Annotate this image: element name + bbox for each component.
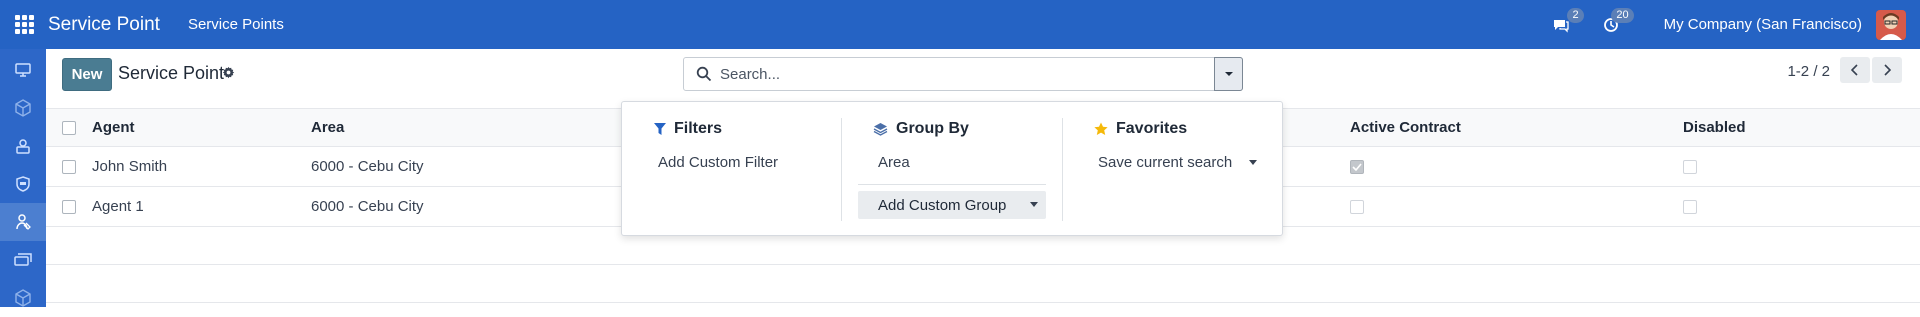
search-input[interactable] [720, 59, 1200, 89]
row-checkbox[interactable] [62, 159, 76, 174]
column-active-contract[interactable]: Active Contract [1350, 109, 1461, 146]
messages-badge: 2 [1567, 7, 1584, 23]
caret-down-icon[interactable] [1249, 160, 1257, 165]
search-options-panel: Filters Add Custom Filter Group By Area … [621, 101, 1283, 236]
column-disabled[interactable]: Disabled [1683, 109, 1746, 146]
agent-cell: Agent 1 [92, 198, 144, 215]
caret-down-icon [1224, 72, 1233, 76]
active-contract-checkbox [1350, 159, 1364, 174]
column-agent[interactable]: Agent [92, 109, 135, 146]
caret-down-icon [1030, 202, 1038, 207]
select-all-checkbox[interactable] [62, 120, 76, 135]
area-cell: 6000 - Cebu City [311, 158, 424, 175]
empty-row [46, 265, 1920, 303]
app-rail [0, 49, 46, 307]
save-current-search[interactable]: Save current search [1098, 154, 1232, 171]
activities-badge: 20 [1611, 7, 1634, 23]
pager-previous-button[interactable] [1840, 57, 1870, 83]
cards-icon[interactable] [0, 241, 46, 279]
menu-service-points[interactable]: Service Points [188, 16, 284, 33]
add-custom-group-select[interactable]: Add Custom Group [858, 191, 1046, 219]
add-custom-filter[interactable]: Add Custom Filter [658, 154, 778, 171]
id-badge-icon[interactable] [0, 165, 46, 203]
box-icon[interactable] [0, 279, 46, 317]
search-icon [696, 66, 712, 87]
area-cell: 6000 - Cebu City [311, 198, 424, 215]
filters-heading: Filters [654, 120, 722, 138]
breadcrumb: Service Point [118, 63, 225, 83]
control-panel: New Service Point 1-2 / 2 [46, 49, 1920, 109]
star-icon [1094, 122, 1108, 136]
messages-icon[interactable]: 2 [1548, 7, 1584, 38]
gear-icon[interactable] [222, 66, 235, 84]
monitor-icon[interactable] [0, 51, 46, 89]
activities-icon[interactable]: 20 [1598, 7, 1634, 38]
column-divider [1062, 118, 1063, 221]
group-divider [858, 184, 1046, 185]
active-contract-checkbox [1350, 199, 1364, 214]
user-card-icon[interactable] [0, 127, 46, 165]
app-brand[interactable]: Service Point [48, 14, 160, 36]
chevron-left-icon [1851, 64, 1858, 76]
service-point-icon[interactable] [0, 203, 46, 241]
company-switcher[interactable]: My Company (San Francisco) [1664, 16, 1862, 33]
group-by-heading: Group By [873, 120, 969, 138]
app-grid-icon[interactable] [0, 0, 48, 49]
disabled-checkbox [1683, 159, 1697, 174]
row-checkbox[interactable] [62, 199, 76, 214]
pager-next-button[interactable] [1872, 57, 1902, 83]
favorites-heading: Favorites [1094, 120, 1187, 138]
search-options-toggle[interactable] [1214, 57, 1243, 91]
filter-icon [654, 122, 666, 136]
group-by-area[interactable]: Area [878, 154, 910, 171]
chevron-right-icon [1884, 64, 1891, 76]
search-bar [683, 57, 1243, 91]
user-avatar[interactable] [1876, 9, 1906, 40]
disabled-checkbox [1683, 199, 1697, 214]
agent-cell: John Smith [92, 158, 168, 175]
column-divider [841, 118, 842, 221]
cube-icon[interactable] [0, 89, 46, 127]
pager-value[interactable]: 1-2 / 2 [1787, 63, 1830, 80]
new-button[interactable]: New [62, 58, 112, 91]
top-navbar: Service Point Service Points 2 20 My Com… [0, 0, 1920, 49]
layers-icon [873, 122, 888, 136]
column-area[interactable]: Area [311, 109, 344, 146]
